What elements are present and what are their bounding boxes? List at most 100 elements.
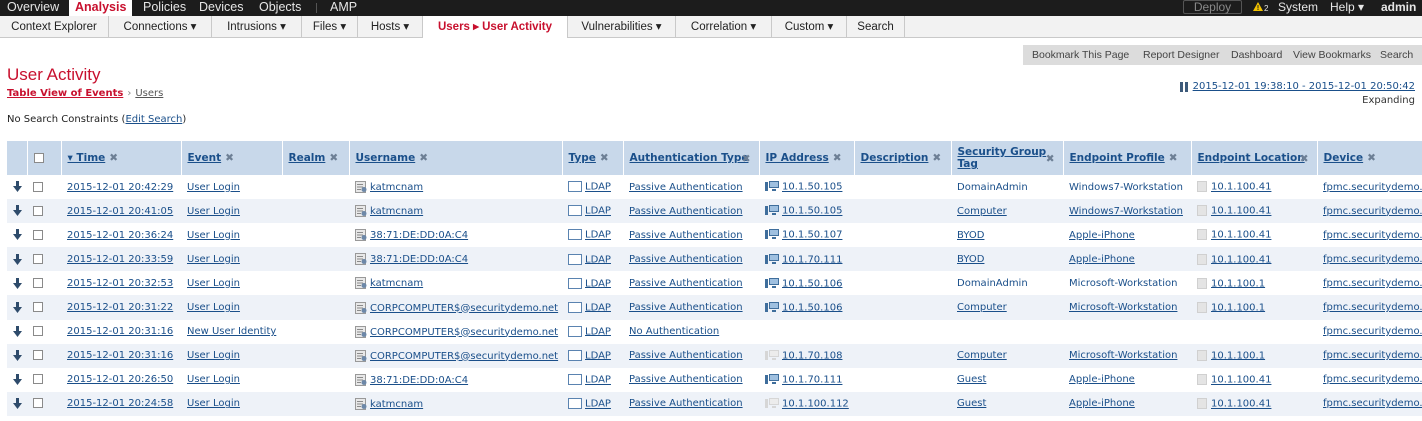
endpoint-location-link[interactable]: 10.1.100.41 [1211, 254, 1271, 265]
tab-connections[interactable]: Connections ▾ [109, 16, 212, 38]
endpoint-location-link[interactable]: 10.1.100.41 [1211, 206, 1271, 217]
device-link[interactable]: fpmc.securitydemo.net [1323, 350, 1422, 361]
time-range-link[interactable]: 2015-12-01 19:38:10 - 2015-12-01 20:50:4… [1193, 81, 1415, 92]
endpoint-location-link[interactable]: 10.1.100.1 [1211, 278, 1265, 289]
ip-address-link[interactable]: 10.1.50.106 [782, 278, 842, 289]
remove-column-icon[interactable]: ✖ [1169, 152, 1178, 164]
header-username[interactable]: Username ✖ [349, 141, 563, 175]
type-link[interactable]: LDAP [585, 350, 611, 361]
security-group-tag-link[interactable]: Computer [957, 302, 1007, 313]
endpoint-profile-link[interactable]: Windows7-Workstation [1069, 206, 1183, 217]
table-row[interactable]: 2015-12-01 20:24:58 User Login katmcnam LDA… [7, 391, 1422, 416]
device-link[interactable]: fpmc.securitydemo.net [1323, 326, 1422, 337]
username-link[interactable]: katmcnam [370, 182, 423, 193]
security-group-tag-link[interactable]: BYOD [957, 230, 984, 241]
device-link[interactable]: fpmc.securitydemo.net [1323, 278, 1422, 289]
drilldown-arrow-icon[interactable] [13, 229, 22, 241]
nav-objects[interactable]: Objects [253, 0, 307, 16]
header-realm[interactable]: Realm ✖ [282, 141, 350, 175]
auth-type-link[interactable]: No Authentication [629, 326, 719, 337]
row-checkbox[interactable] [33, 253, 43, 264]
endpoint-location-link[interactable]: 10.1.100.41 [1211, 182, 1271, 193]
row-checkbox[interactable] [33, 181, 43, 192]
auth-type-link[interactable]: Passive Authentication [629, 374, 743, 385]
row-checkbox[interactable] [33, 229, 43, 240]
select-all-checkbox[interactable] [33, 153, 44, 163]
pause-icon[interactable] [1180, 82, 1188, 92]
endpoint-location-link[interactable]: 10.1.100.1 [1211, 302, 1265, 313]
security-group-tag-link[interactable]: DomainAdmin [957, 182, 1028, 193]
type-link[interactable]: LDAP [585, 254, 611, 265]
header-device[interactable]: Device ✖ [1317, 141, 1422, 175]
ip-address-link[interactable]: 10.1.50.107 [782, 230, 842, 241]
type-link[interactable]: LDAP [585, 399, 611, 410]
table-row[interactable]: 2015-12-01 20:42:29 User Login katmcnam LDA… [7, 175, 1422, 199]
table-row[interactable]: 2015-12-01 20:33:59 User Login 38:71:DE:DD… [7, 247, 1422, 272]
auth-type-link[interactable]: Passive Authentication [629, 206, 743, 217]
drilldown-arrow-icon[interactable] [13, 349, 22, 361]
ip-address-link[interactable]: 10.1.70.111 [782, 375, 842, 386]
table-row[interactable]: 2015-12-01 20:31:16 New User Identity CORP… [7, 320, 1422, 344]
username-link[interactable]: CORPCOMPUTER$@securitydemo.net [370, 351, 558, 362]
tab-users-user-activity[interactable]: Users ▸ User Activity [423, 16, 568, 38]
drilldown-arrow-icon[interactable] [13, 253, 22, 265]
row-checkbox[interactable] [33, 277, 43, 288]
auth-type-link[interactable]: Passive Authentication [629, 398, 743, 409]
security-group-tag-link[interactable]: DomainAdmin [957, 278, 1028, 289]
tab-vulnerabilities[interactable]: Vulnerabilities ▾ [568, 16, 676, 38]
auth-type-link[interactable]: Passive Authentication [629, 350, 743, 361]
remove-column-icon[interactable]: ✖ [329, 152, 338, 164]
table-row[interactable]: 2015-12-01 20:36:24 User Login 38:71:DE:DD… [7, 223, 1422, 247]
device-link[interactable]: fpmc.securitydemo.net [1323, 398, 1422, 409]
remove-column-icon[interactable]: ✖ [225, 152, 234, 164]
report-designer-link[interactable]: Report Designer [1143, 45, 1219, 65]
nav-analysis[interactable]: Analysis [69, 0, 133, 16]
tab-context-explorer[interactable]: Context Explorer [0, 16, 109, 38]
device-link[interactable]: fpmc.securitydemo.net [1323, 206, 1422, 217]
bookmark-this-page-link[interactable]: Bookmark This Page [1032, 45, 1129, 65]
tab-search[interactable]: Search [847, 16, 905, 38]
time-link[interactable]: 2015-12-01 20:42:29 [67, 182, 173, 193]
time-link[interactable]: 2015-12-01 20:24:58 [67, 398, 173, 409]
nav-overview[interactable]: Overview [1, 0, 65, 16]
ip-address-link[interactable]: 10.1.50.105 [782, 206, 842, 217]
device-link[interactable]: fpmc.securitydemo.net [1323, 182, 1422, 193]
device-link[interactable]: fpmc.securitydemo.net [1323, 302, 1422, 313]
username-link[interactable]: 38:71:DE:DD:0A:C4 [370, 230, 468, 241]
row-checkbox[interactable] [33, 326, 43, 337]
endpoint-profile-link[interactable]: Apple-iPhone [1069, 230, 1135, 241]
security-group-tag-link[interactable]: BYOD [957, 254, 984, 265]
table-row[interactable]: 2015-12-01 20:32:53 User Login katmcnam LDA… [7, 271, 1422, 295]
search-link[interactable]: Search [1380, 45, 1413, 65]
drilldown-arrow-icon[interactable] [13, 398, 22, 410]
remove-column-icon[interactable]: ✖ [932, 152, 941, 164]
row-checkbox[interactable] [33, 350, 43, 361]
auth-type-link[interactable]: Passive Authentication [629, 182, 743, 193]
time-link[interactable]: 2015-12-01 20:31:16 [67, 326, 173, 337]
type-link[interactable]: LDAP [585, 230, 611, 241]
remove-column-icon[interactable]: ✖ [833, 152, 842, 164]
username-link[interactable]: 38:71:DE:DD:0A:C4 [370, 375, 468, 386]
header-time[interactable]: ▾ Time ✖ [61, 141, 182, 175]
auth-type-link[interactable]: Passive Authentication [629, 302, 743, 313]
tab-files[interactable]: Files ▾ [302, 16, 358, 38]
endpoint-location-link[interactable]: 10.1.100.1 [1211, 350, 1265, 361]
endpoint-profile-link[interactable]: Microsoft-Workstation [1069, 350, 1177, 361]
header-type[interactable]: Type ✖ [562, 141, 624, 175]
tab-intrusions[interactable]: Intrusions ▾ [212, 16, 302, 38]
auth-type-link[interactable]: Passive Authentication [629, 254, 743, 265]
remove-column-icon[interactable]: ✖ [600, 152, 609, 164]
breadcrumb-users[interactable]: Users [135, 88, 163, 99]
table-row[interactable]: 2015-12-01 20:41:05 User Login katmcnam LDA… [7, 199, 1422, 224]
time-link[interactable]: 2015-12-01 20:32:53 [67, 278, 173, 289]
event-link[interactable]: User Login [187, 278, 240, 289]
auth-type-link[interactable]: Passive Authentication [629, 230, 743, 241]
ip-address-link[interactable]: 10.1.50.105 [782, 182, 842, 193]
table-row[interactable]: 2015-12-01 20:26:50 User Login 38:71:DE:DD… [7, 368, 1422, 392]
event-link[interactable]: New User Identity [187, 326, 276, 337]
security-group-tag-link[interactable]: Computer [957, 350, 1007, 361]
row-checkbox[interactable] [33, 398, 43, 409]
remove-column-icon[interactable]: ✖ [1046, 153, 1055, 165]
time-link[interactable]: 2015-12-01 20:41:05 [67, 206, 173, 217]
help-menu[interactable]: Help ▾ [1330, 0, 1364, 16]
